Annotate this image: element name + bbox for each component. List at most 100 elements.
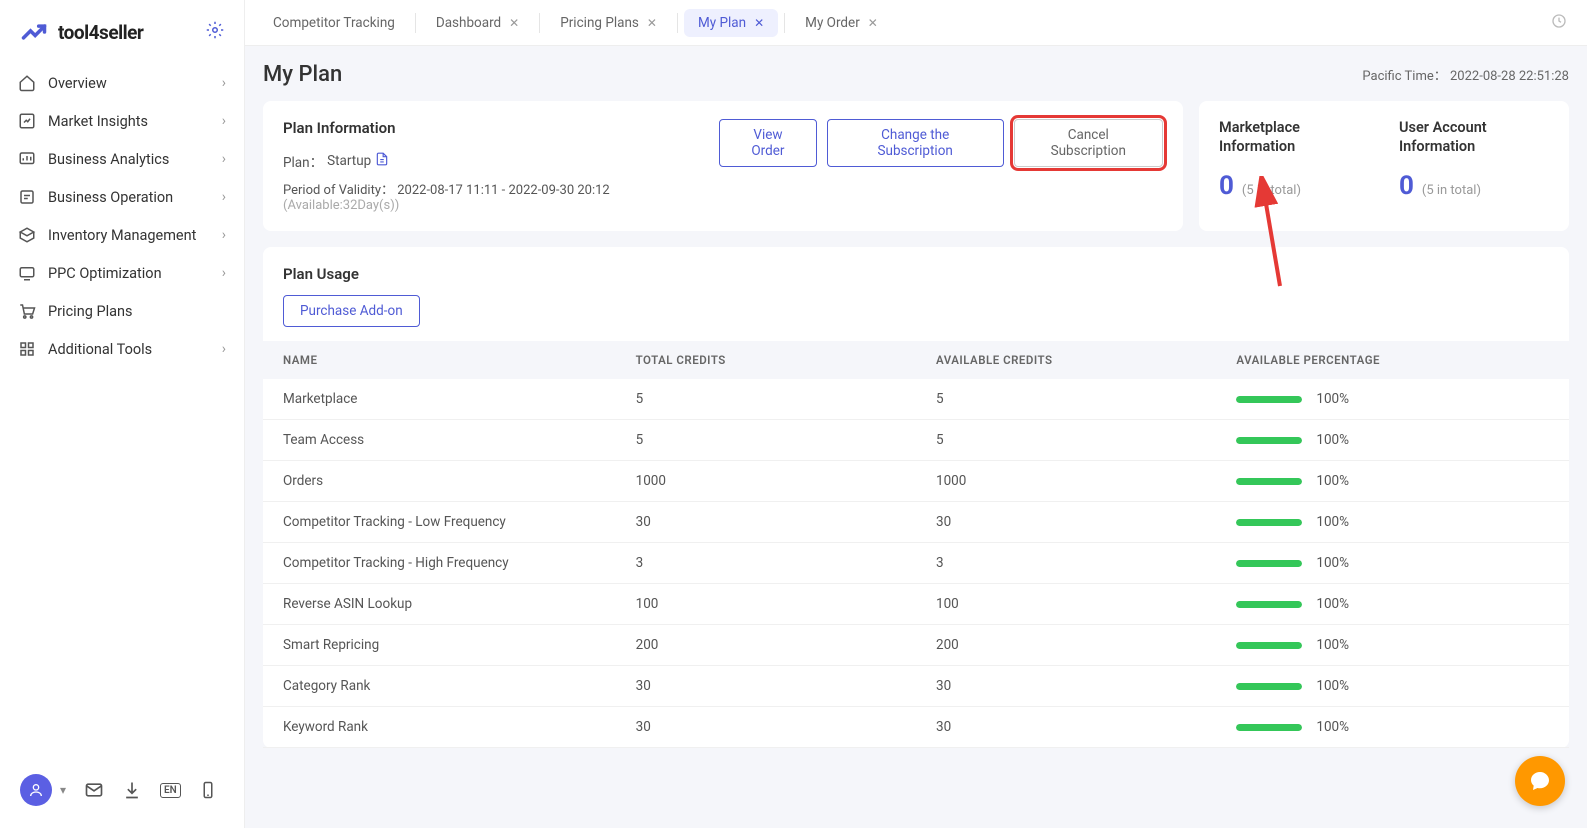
tab-dashboard[interactable]: Dashboard ✕ xyxy=(422,9,533,37)
main: Competitor TrackingDashboard✕Pricing Pla… xyxy=(245,0,1587,828)
tab-label: My Order xyxy=(805,15,860,31)
close-icon[interactable]: ✕ xyxy=(509,16,519,30)
sidebar-item-overview[interactable]: Overview› xyxy=(0,64,244,102)
tab-divider xyxy=(415,13,416,33)
inventory-icon xyxy=(18,226,36,244)
plan-value: Startup xyxy=(327,153,371,169)
info-card: Marketplace Information 0 (5 in total) U… xyxy=(1199,101,1569,231)
table-row: Competitor Tracking - Low Frequency30301… xyxy=(263,502,1569,543)
clock-icon[interactable] xyxy=(1551,13,1575,33)
marketplace-info-heading: Marketplace Information xyxy=(1219,119,1369,157)
plan-label: Plan： xyxy=(283,151,323,171)
gear-icon[interactable] xyxy=(206,21,224,44)
available-days: (Available:32Day(s)) xyxy=(283,198,399,213)
sidebar-item-label: Inventory Management xyxy=(48,227,196,244)
cell-name: Orders xyxy=(263,461,616,502)
cell-available: 5 xyxy=(916,379,1216,420)
cell-pct: 100% xyxy=(1216,666,1569,707)
avatar-button[interactable] xyxy=(20,774,52,806)
cell-available: 200 xyxy=(916,625,1216,666)
tab-label: My Plan xyxy=(698,15,746,31)
document-icon[interactable] xyxy=(375,152,389,170)
sidebar-item-label: Overview xyxy=(48,75,107,92)
table-row: Reverse ASIN Lookup100100100% xyxy=(263,584,1569,625)
progress-bar xyxy=(1236,601,1302,608)
cell-available: 100 xyxy=(916,584,1216,625)
page-title: My Plan xyxy=(263,62,342,87)
sidebar-item-label: Business Analytics xyxy=(48,151,169,168)
sidebar-item-pricing-plans[interactable]: Pricing Plans xyxy=(0,292,244,330)
view-order-button[interactable]: View Order xyxy=(719,119,817,167)
period-value: 2022-08-17 11:11 - 2022-09-30 20:12 xyxy=(397,183,610,198)
plan-usage-card: Plan Usage Purchase Add-on NAME TOTAL CR… xyxy=(263,247,1569,748)
tab-my-order[interactable]: My Order ✕ xyxy=(791,9,892,37)
sidebar-item-ppc-optimization[interactable]: PPC Optimization› xyxy=(0,254,244,292)
progress-bar xyxy=(1236,478,1302,485)
progress-bar xyxy=(1236,437,1302,444)
tab-label: Competitor Tracking xyxy=(273,15,395,31)
cell-total: 5 xyxy=(616,420,916,461)
account-info-heading: User Account Information xyxy=(1399,119,1549,157)
marketplace-info-col: Marketplace Information 0 (5 in total) xyxy=(1219,119,1369,213)
plan-info-heading: Plan Information xyxy=(283,119,719,137)
account-info-value: 0 xyxy=(1399,171,1414,201)
tab-divider xyxy=(677,13,678,33)
chevron-right-icon: › xyxy=(222,227,226,243)
sidebar-item-additional-tools[interactable]: Additional Tools› xyxy=(0,330,244,368)
chevron-right-icon: › xyxy=(222,189,226,205)
sidebar-item-business-operation[interactable]: Business Operation› xyxy=(0,178,244,216)
table-row: Smart Repricing200200100% xyxy=(263,625,1569,666)
sidebar-item-inventory-management[interactable]: Inventory Management › xyxy=(0,216,244,254)
change-subscription-button[interactable]: Change the Subscription xyxy=(827,119,1004,167)
cell-name: Smart Repricing xyxy=(263,625,616,666)
tab-label: Pricing Plans xyxy=(560,15,639,31)
insight-icon xyxy=(18,112,36,130)
account-info-col: User Account Information 0 (5 in total) xyxy=(1399,119,1549,213)
cell-name: Keyword Rank xyxy=(263,707,616,748)
chevron-down-icon[interactable]: ▾ xyxy=(60,783,66,797)
pct-text: 100% xyxy=(1316,719,1349,735)
sidebar-item-market-insights[interactable]: Market Insights› xyxy=(0,102,244,140)
cell-total: 30 xyxy=(616,666,916,707)
close-icon[interactable]: ✕ xyxy=(868,16,878,30)
logo-row: tool4seller xyxy=(0,0,244,58)
cell-pct: 100% xyxy=(1216,584,1569,625)
col-total: TOTAL CREDITS xyxy=(616,341,916,379)
plan-usage-heading: Plan Usage xyxy=(263,265,1569,295)
pct-text: 100% xyxy=(1316,637,1349,653)
col-name: NAME xyxy=(263,341,616,379)
tab-divider xyxy=(539,13,540,33)
account-info-sub: (5 in total) xyxy=(1422,183,1481,198)
tab-my-plan[interactable]: My Plan ✕ xyxy=(684,9,778,37)
cancel-subscription-highlight: Cancel Subscription xyxy=(1014,119,1163,167)
sidebar-item-business-analytics[interactable]: Business Analytics› xyxy=(0,140,244,178)
tab-label: Dashboard xyxy=(436,15,501,31)
mobile-icon[interactable] xyxy=(199,781,217,799)
cell-pct: 100% xyxy=(1216,707,1569,748)
tabs-bar: Competitor TrackingDashboard✕Pricing Pla… xyxy=(245,0,1587,46)
cards-row: Plan Information Plan： Startup Period of… xyxy=(263,101,1569,231)
language-icon[interactable]: EN xyxy=(160,783,181,798)
close-icon[interactable]: ✕ xyxy=(754,16,764,30)
plan-buttons: View Order Change the Subscription Cance… xyxy=(719,119,1163,167)
tools-icon xyxy=(18,340,36,358)
page-header: My Plan Pacific Time： 2022-08-28 22:51:2… xyxy=(263,62,1569,87)
usage-table: NAME TOTAL CREDITS AVAILABLE CREDITS AVA… xyxy=(263,341,1569,748)
cell-pct: 100% xyxy=(1216,461,1569,502)
chevron-right-icon: › xyxy=(222,265,226,281)
tab-pricing-plans[interactable]: Pricing Plans ✕ xyxy=(546,9,671,37)
pct-text: 100% xyxy=(1316,432,1349,448)
chat-fab[interactable] xyxy=(1515,756,1565,806)
purchase-addon-button[interactable]: Purchase Add-on xyxy=(283,295,420,327)
marketplace-info-value: 0 xyxy=(1219,171,1234,201)
download-icon[interactable] xyxy=(122,780,142,800)
cell-available: 30 xyxy=(916,502,1216,543)
progress-bar xyxy=(1236,519,1302,526)
pct-text: 100% xyxy=(1316,555,1349,571)
progress-bar xyxy=(1236,683,1302,690)
tab-competitor-tracking[interactable]: Competitor Tracking xyxy=(259,9,409,37)
close-icon[interactable]: ✕ xyxy=(647,16,657,30)
mail-icon[interactable] xyxy=(84,780,104,800)
cancel-subscription-button[interactable]: Cancel Subscription xyxy=(1014,119,1163,167)
plan-information-card: Plan Information Plan： Startup Period of… xyxy=(263,101,1183,231)
